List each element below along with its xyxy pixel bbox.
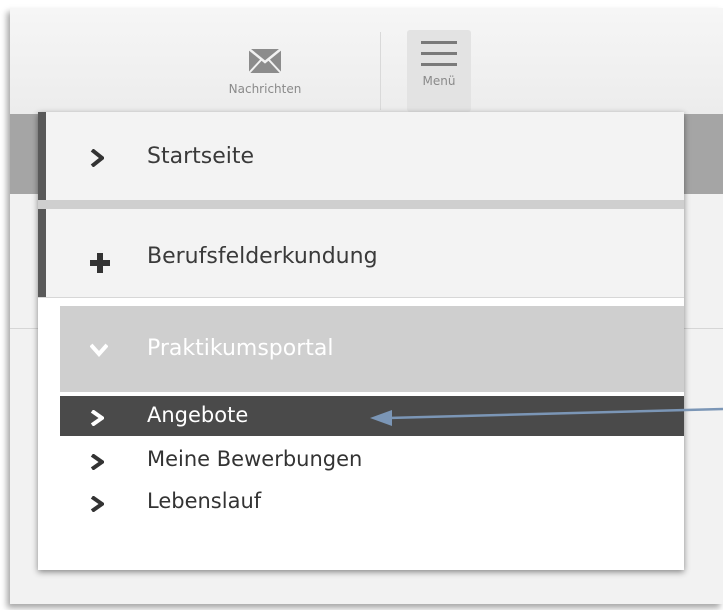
annotation-arrow: [370, 407, 723, 426]
